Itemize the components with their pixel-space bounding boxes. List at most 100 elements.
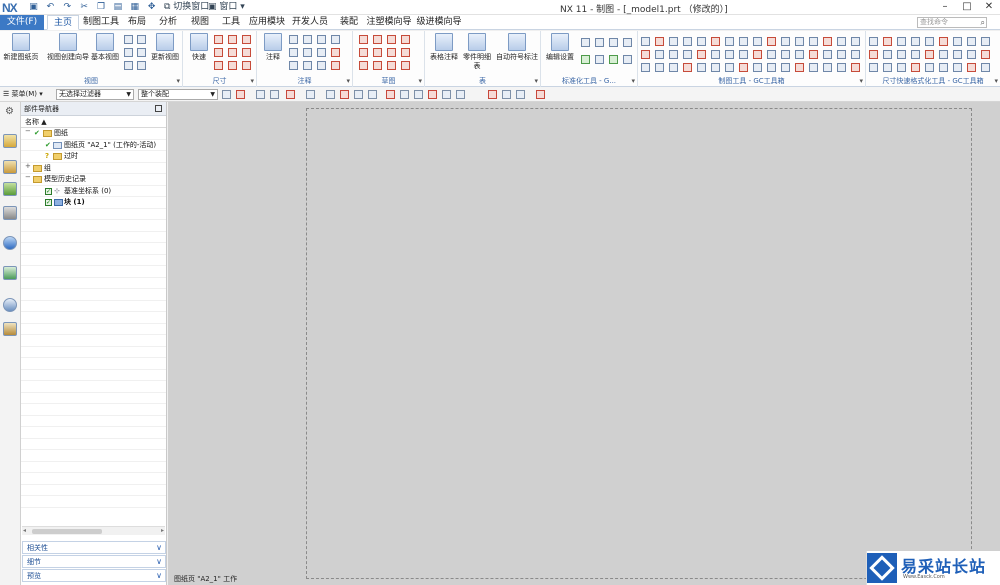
column-header-name[interactable]: 名称 ▲ — [21, 116, 166, 128]
dim-format-tool-icon[interactable] — [981, 37, 990, 46]
dim-format-tool-icon[interactable] — [869, 63, 878, 72]
angular-dimension-icon[interactable] — [242, 35, 251, 44]
checkbox-checked[interactable]: ✓ — [45, 187, 52, 195]
drawing-tool-icon[interactable] — [711, 50, 720, 59]
fillet-icon[interactable] — [359, 61, 368, 70]
tab-file[interactable]: 文件(F) — [0, 15, 44, 30]
dim-format-tool-icon[interactable] — [897, 37, 906, 46]
std-tool-7-icon[interactable] — [609, 55, 618, 64]
tab-tools[interactable]: 工具 — [217, 15, 245, 30]
palette-icon[interactable] — [3, 266, 17, 280]
drawing-tool-icon[interactable] — [739, 63, 748, 72]
drawing-tool-icon[interactable] — [851, 63, 860, 72]
expand-minus-icon[interactable]: − — [25, 174, 31, 181]
maximize-icon[interactable]: □ — [956, 0, 978, 15]
drawing-tool-icon[interactable] — [795, 37, 804, 46]
chevron-down-icon[interactable]: ▾ — [346, 76, 350, 87]
snap-point-icon[interactable] — [222, 90, 231, 99]
drawing-tool-icon[interactable] — [641, 50, 650, 59]
graphics-window[interactable] — [168, 102, 1000, 585]
std-tool-8-icon[interactable] — [623, 55, 632, 64]
circle-icon[interactable] — [359, 48, 368, 57]
dim-format-tool-icon[interactable] — [967, 50, 976, 59]
trim-icon[interactable] — [373, 61, 382, 70]
snap-point-icon[interactable] — [442, 90, 451, 99]
tree-row[interactable]: ? 过时 — [21, 151, 166, 163]
dim-format-tool-icon[interactable] — [911, 37, 920, 46]
drawing-tool-icon[interactable] — [823, 37, 832, 46]
redo-icon[interactable]: ↷ — [62, 2, 73, 13]
snap-point-icon[interactable] — [354, 90, 363, 99]
perimeter-dimension-icon[interactable] — [214, 61, 223, 70]
std-tool-2-icon[interactable] — [595, 38, 604, 47]
base-view-button[interactable]: 基本视图 — [91, 33, 119, 62]
hd3d-tools-icon[interactable] — [3, 206, 17, 220]
drawing-tool-icon[interactable] — [767, 63, 776, 72]
rapid-dimension-button[interactable]: 快速 — [187, 33, 211, 62]
assembly-scope-dropdown[interactable]: 整个装配 ▼ — [138, 89, 218, 100]
snap-point-icon[interactable] — [256, 90, 265, 99]
web-browser-icon[interactable] — [3, 236, 17, 250]
drawing-tool-icon[interactable] — [809, 37, 818, 46]
checkbox-checked[interactable]: ✓ — [45, 199, 52, 206]
profile-icon[interactable] — [359, 35, 368, 44]
snap-point-icon[interactable] — [368, 90, 377, 99]
drawing-tool-icon[interactable] — [739, 37, 748, 46]
centerline-icon[interactable] — [317, 35, 326, 44]
area-fill-icon[interactable] — [317, 61, 326, 70]
dim-format-tool-icon[interactable] — [967, 63, 976, 72]
selection-filter-dropdown[interactable]: 无选择过滤器 ▼ — [56, 89, 134, 100]
reuse-library-icon[interactable] — [3, 182, 17, 196]
scroll-left-icon[interactable]: ◂ — [23, 527, 26, 534]
section-view-icon[interactable] — [137, 35, 146, 44]
snap-point-icon[interactable] — [502, 90, 511, 99]
thickness-dimension-icon[interactable] — [228, 48, 237, 57]
dim-format-tool-icon[interactable] — [939, 37, 948, 46]
tab-drafting-tools[interactable]: 制图工具 — [82, 15, 120, 30]
drawing-tool-icon[interactable] — [725, 37, 734, 46]
symbol-icon[interactable] — [303, 61, 312, 70]
linear-dimension-icon[interactable] — [214, 35, 223, 44]
settings-gear-icon[interactable]: ⚙ — [5, 106, 14, 117]
spline-icon[interactable] — [387, 48, 396, 57]
chevron-down-icon[interactable]: ▾ — [418, 76, 422, 87]
chevron-down-icon[interactable]: ▾ — [250, 76, 254, 87]
edit-settings-button[interactable]: 编辑设置 — [544, 33, 576, 62]
dim-format-tool-icon[interactable] — [911, 63, 920, 72]
drawing-tool-icon[interactable] — [851, 50, 860, 59]
drawing-tool-icon[interactable] — [669, 63, 678, 72]
snap-point-icon[interactable] — [400, 90, 409, 99]
drawing-tool-icon[interactable] — [683, 37, 692, 46]
auxiliary-view-icon[interactable] — [137, 61, 146, 70]
feature-control-frame-icon[interactable] — [289, 35, 298, 44]
dim-format-tool-icon[interactable] — [953, 50, 962, 59]
paste-icon[interactable]: ▤ — [112, 2, 123, 13]
tree-row[interactable]: ✓ 块 (1) — [21, 197, 166, 209]
projected-view-icon[interactable] — [124, 35, 133, 44]
snap-point-icon[interactable] — [306, 90, 315, 99]
chevron-down-icon[interactable]: ▾ — [176, 76, 180, 87]
drawing-tool-icon[interactable] — [711, 37, 720, 46]
surface-finish-icon[interactable] — [289, 48, 298, 57]
dim-format-tool-icon[interactable] — [897, 50, 906, 59]
offset-curve-icon[interactable] — [401, 48, 410, 57]
arc-length-icon[interactable] — [242, 48, 251, 57]
role-icon[interactable] — [3, 322, 17, 336]
parts-list-button[interactable]: 零件明细表 — [460, 33, 494, 71]
tab-progressive-die-wizard[interactable]: 级进模向导 — [416, 15, 462, 30]
drawing-tool-icon[interactable] — [753, 63, 762, 72]
tab-mold-wizard[interactable]: 注塑模向导 — [366, 15, 412, 30]
minimize-icon[interactable]: – — [934, 0, 956, 15]
detail-view-icon[interactable] — [124, 48, 133, 57]
expand-minus-icon[interactable]: − — [25, 128, 31, 135]
hatch-icon[interactable] — [331, 48, 340, 57]
panel-dependencies[interactable]: 相关性 ∨ — [22, 541, 166, 554]
cut-icon[interactable]: ✂ — [79, 2, 90, 13]
drawing-tool-icon[interactable] — [655, 63, 664, 72]
touch-mode-icon[interactable]: ✥ — [146, 2, 157, 13]
image-icon[interactable] — [331, 61, 340, 70]
tab-home[interactable]: 主页 — [47, 15, 79, 30]
table-note-button[interactable]: 表格注释 — [428, 33, 460, 62]
drawing-tool-icon[interactable] — [683, 63, 692, 72]
command-search-input[interactable]: 查找命令 ⌕ — [917, 17, 987, 28]
